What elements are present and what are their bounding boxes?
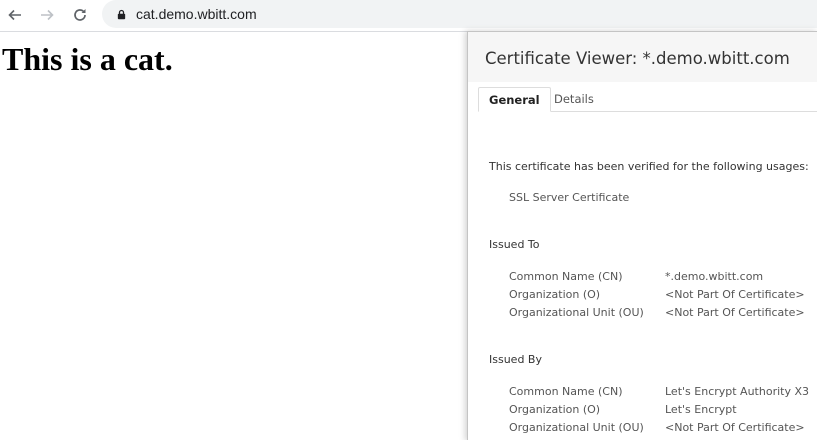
issued-to-o-label: Organization (O) (509, 288, 601, 301)
tab-bar: General Details (478, 87, 817, 112)
issued-by-heading: Issued By (489, 353, 542, 366)
usages-heading: This certificate has been verified for t… (489, 160, 809, 173)
issued-to-o-value: <Not Part Of Certificate> (665, 288, 805, 301)
back-button[interactable] (4, 4, 26, 26)
forward-button[interactable] (36, 4, 58, 26)
issued-to-ou-label: Organizational Unit (OU) (509, 306, 644, 319)
reload-button[interactable] (69, 4, 91, 26)
tab-details[interactable]: Details (544, 87, 604, 111)
dialog-title: Certificate Viewer: *.demo.wbitt.com (485, 49, 790, 68)
issued-to-cn-label: Common Name (CN) (509, 270, 623, 283)
issued-to-ou-value: <Not Part Of Certificate> (665, 306, 805, 319)
issued-by-cn-value: Let's Encrypt Authority X3 (665, 385, 810, 398)
issued-by-o-label: Organization (O) (509, 403, 601, 416)
issued-by-o-value: Let's Encrypt (665, 403, 737, 416)
reload-icon (74, 9, 86, 21)
arrow-left-icon (8, 9, 21, 21)
arrow-right-icon (41, 9, 54, 21)
page-content: This is a cat. (0, 32, 467, 440)
lock-icon[interactable] (115, 8, 127, 20)
issued-by-ou-value: <Not Part Of Certificate> (665, 421, 805, 434)
usage-item: SSL Server Certificate (509, 191, 630, 204)
page-heading: This is a cat. (2, 41, 173, 77)
issued-to-cn-value: *.demo.wbitt.com (665, 270, 764, 283)
issued-to-heading: Issued To (489, 238, 540, 251)
tab-general[interactable]: General (478, 87, 551, 112)
issued-by-ou-label: Organizational Unit (OU) (509, 421, 644, 434)
certificate-viewer-dialog: Certificate Viewer: *.demo.wbitt.com Gen… (467, 31, 817, 440)
issued-by-cn-label: Common Name (CN) (509, 385, 623, 398)
url-text: cat.demo.wbitt.com (136, 6, 257, 22)
address-bar[interactable]: cat.demo.wbitt.com (102, 0, 817, 28)
browser-toolbar: cat.demo.wbitt.com (0, 0, 817, 30)
dialog-titlebar[interactable]: Certificate Viewer: *.demo.wbitt.com (468, 32, 817, 82)
